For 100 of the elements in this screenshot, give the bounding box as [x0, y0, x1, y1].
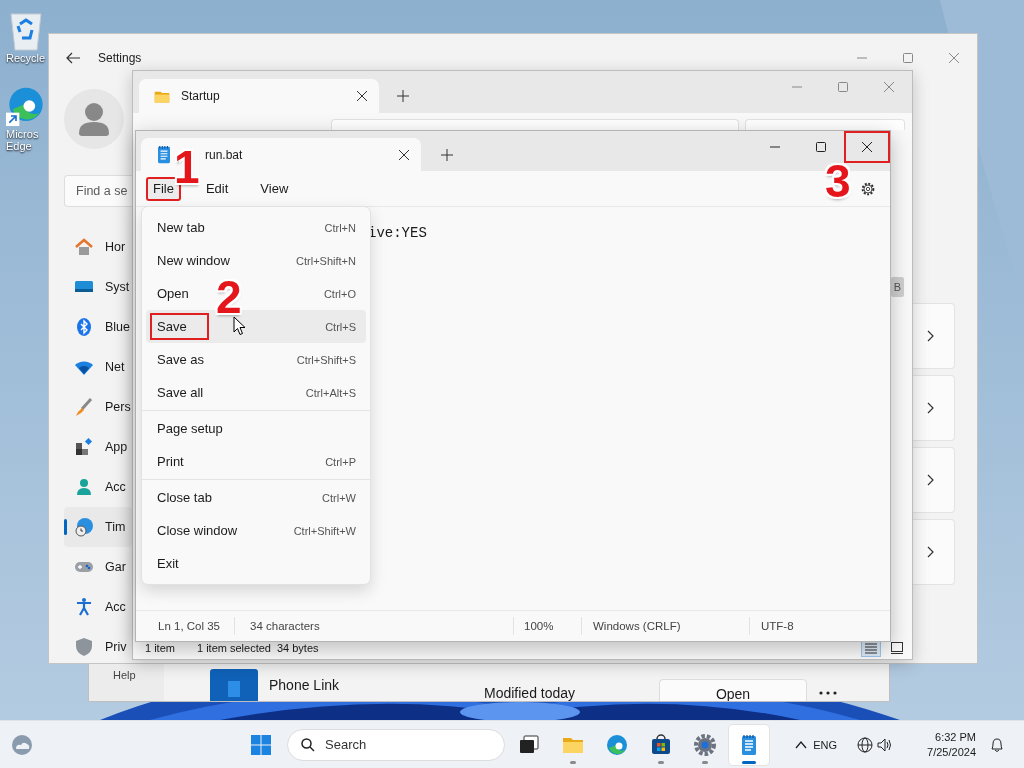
clock-time[interactable]: 6:32 PM	[935, 729, 976, 745]
nav-item[interactable]: Pers	[64, 387, 132, 427]
house-icon	[74, 237, 94, 257]
icon-label: Recycle	[6, 52, 46, 64]
shopping-bag-icon	[649, 732, 673, 757]
nav-item[interactable]: Gar	[64, 547, 132, 587]
nav-label: Tim	[105, 520, 126, 534]
status-text: Ln 1, Col 35	[158, 620, 220, 632]
menu-item[interactable]: Edit	[198, 176, 236, 201]
settings-icon[interactable]	[860, 180, 876, 197]
chevron-right-icon	[927, 330, 934, 342]
search-field[interactable]: Find a se	[64, 175, 132, 207]
modified-text: Modified today	[484, 685, 577, 701]
menu-entry[interactable]: Print	[150, 448, 206, 475]
editor-text: ive:YES	[368, 225, 427, 241]
close-icon[interactable]	[399, 149, 409, 160]
nav-label: Hor	[105, 240, 126, 254]
step-number: 3	[825, 158, 851, 204]
nav-item[interactable]: Blue	[64, 307, 132, 347]
menu-entry[interactable]: Close tab	[150, 484, 234, 511]
shortcut-text: Ctrl+N	[324, 221, 356, 234]
chevron-right-icon	[927, 474, 934, 486]
shortcut-text: Ctrl+Shift+W	[293, 524, 356, 537]
nav-label: Acc	[105, 480, 126, 494]
status-text: 34 bytes	[276, 642, 319, 654]
menu-entry[interactable]: New window	[150, 247, 252, 274]
pane-label: Help	[113, 669, 136, 681]
shortcut-text: Ctrl+S	[325, 320, 356, 333]
close-button[interactable]	[844, 131, 890, 163]
status-text: 100%	[524, 620, 554, 632]
nav-item[interactable]: Net	[64, 347, 132, 387]
chevron-right-icon	[927, 402, 934, 414]
menu-entry[interactable]: Save as	[150, 346, 226, 373]
search-field[interactable]: Search	[287, 728, 505, 761]
plus-icon[interactable]	[397, 90, 409, 102]
menu-item[interactable]: View	[253, 176, 296, 201]
globe-icon[interactable]	[857, 736, 874, 753]
menu-entry[interactable]: Save	[150, 313, 209, 340]
chevron-up-icon[interactable]	[795, 740, 808, 749]
mouse-pointer-icon	[233, 316, 246, 336]
chevron-right-icon	[927, 546, 934, 558]
status-text: UTF-8	[761, 620, 794, 632]
icon-label: Edge	[6, 140, 32, 152]
nav-label: Syst	[105, 280, 130, 294]
shortcut-text: Ctrl+W	[322, 491, 356, 504]
nav-item[interactable]: Syst	[64, 267, 132, 307]
weather-icon[interactable]	[10, 732, 34, 757]
nav-item[interactable]: Acc	[64, 587, 132, 627]
status-text: 1 item selected	[196, 642, 271, 654]
nav-item[interactable]: App	[64, 427, 132, 467]
notepad-icon	[157, 145, 171, 164]
app-tile-icon	[210, 669, 258, 701]
plus-icon[interactable]	[441, 149, 453, 161]
accessibility-icon	[74, 597, 94, 617]
open-button[interactable]: Open	[659, 679, 807, 701]
icon-label: Micros	[6, 128, 39, 140]
clock-date[interactable]: 7/25/2024	[927, 744, 976, 760]
nav-label: Net	[105, 360, 125, 374]
more-icon[interactable]	[819, 691, 837, 695]
menu-entry[interactable]: New tab	[150, 214, 227, 241]
search-icon	[301, 737, 315, 752]
globe-clock-icon	[74, 517, 94, 537]
bell-icon[interactable]	[990, 736, 1004, 753]
menu-entry[interactable]: Page setup	[150, 415, 245, 442]
shortcut-text: Ctrl+Alt+S	[305, 386, 356, 399]
back-arrow-icon[interactable]	[66, 52, 80, 64]
nav-label: App	[105, 440, 128, 454]
gear-icon	[693, 732, 717, 757]
close-icon[interactable]	[861, 142, 873, 152]
tiles-view-icon[interactable]	[888, 640, 906, 656]
brush-icon	[74, 397, 94, 417]
nav-label: Acc	[105, 600, 126, 614]
status-text: 1 item	[145, 642, 175, 654]
selection-indicator	[64, 519, 67, 535]
bluetooth-icon	[74, 317, 94, 337]
edge-icon	[605, 732, 629, 757]
shortcut-text: Ctrl+O	[323, 287, 356, 300]
menu-entry[interactable]: Save all	[150, 379, 226, 406]
language-indicator[interactable]: ENG	[813, 738, 838, 751]
apps-icon	[74, 437, 94, 457]
maximize-icon[interactable]	[815, 142, 827, 152]
speaker-icon[interactable]	[877, 736, 894, 753]
shortcut-text: Ctrl+Shift+S	[296, 353, 356, 366]
app-name: Phone Link	[269, 677, 341, 693]
nav-item[interactable]: Hor	[64, 227, 132, 267]
menu-entry[interactable]: Close window	[150, 517, 260, 544]
nav-item[interactable]: Tim	[64, 507, 132, 547]
nav-label: Priv	[105, 640, 127, 654]
menu-entry[interactable]: Open	[150, 280, 211, 307]
menu-entry[interactable]: Exit	[150, 550, 201, 577]
shortcut-text: Ctrl+P	[325, 455, 356, 468]
step-number: 2	[216, 274, 242, 320]
nav-item[interactable]: Priv	[64, 627, 132, 667]
status-text: Windows (CRLF)	[593, 620, 681, 632]
nav-label: Blue	[105, 320, 131, 334]
nav-item[interactable]: Acc	[64, 467, 132, 507]
avatar-icon	[64, 89, 124, 149]
close-icon[interactable]	[357, 91, 367, 101]
person-icon	[74, 477, 94, 497]
tab[interactable]: Startup	[139, 79, 379, 113]
